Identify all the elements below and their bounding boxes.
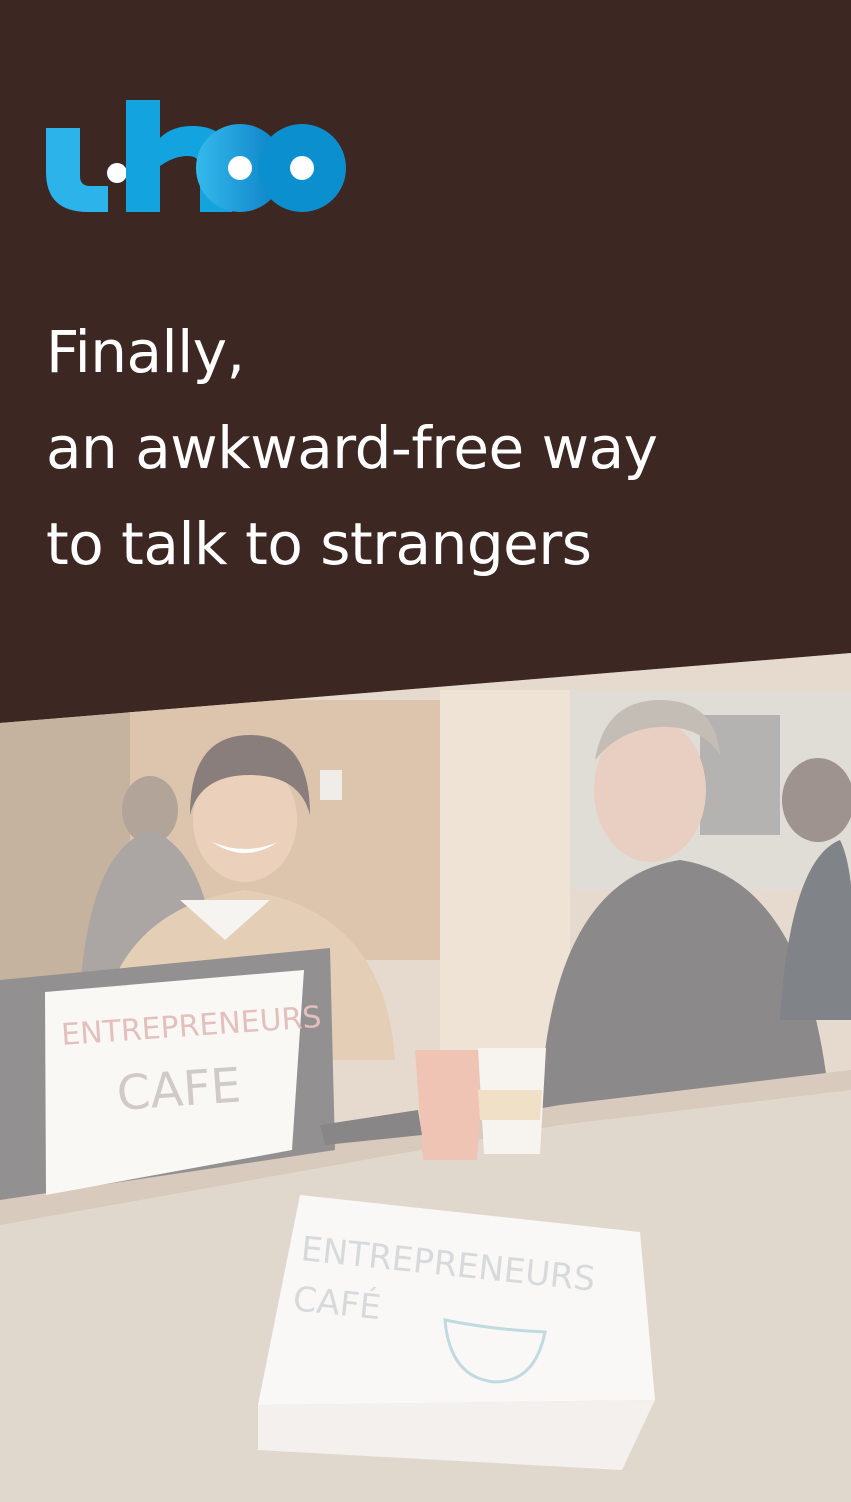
logo-text: uhoo — [44, 98, 47, 99]
headline-line-2: an awkward-free way — [46, 414, 658, 482]
header-panel: uhoo Finally, an awkward-free way to tal… — [0, 0, 851, 730]
headline: Finally, an awkward-free way to talk to … — [46, 304, 826, 592]
headline-line-3: to talk to strangers — [46, 510, 592, 578]
uhoo-logo: uhoo — [44, 98, 346, 212]
headline-line-1: Finally, — [46, 318, 245, 386]
